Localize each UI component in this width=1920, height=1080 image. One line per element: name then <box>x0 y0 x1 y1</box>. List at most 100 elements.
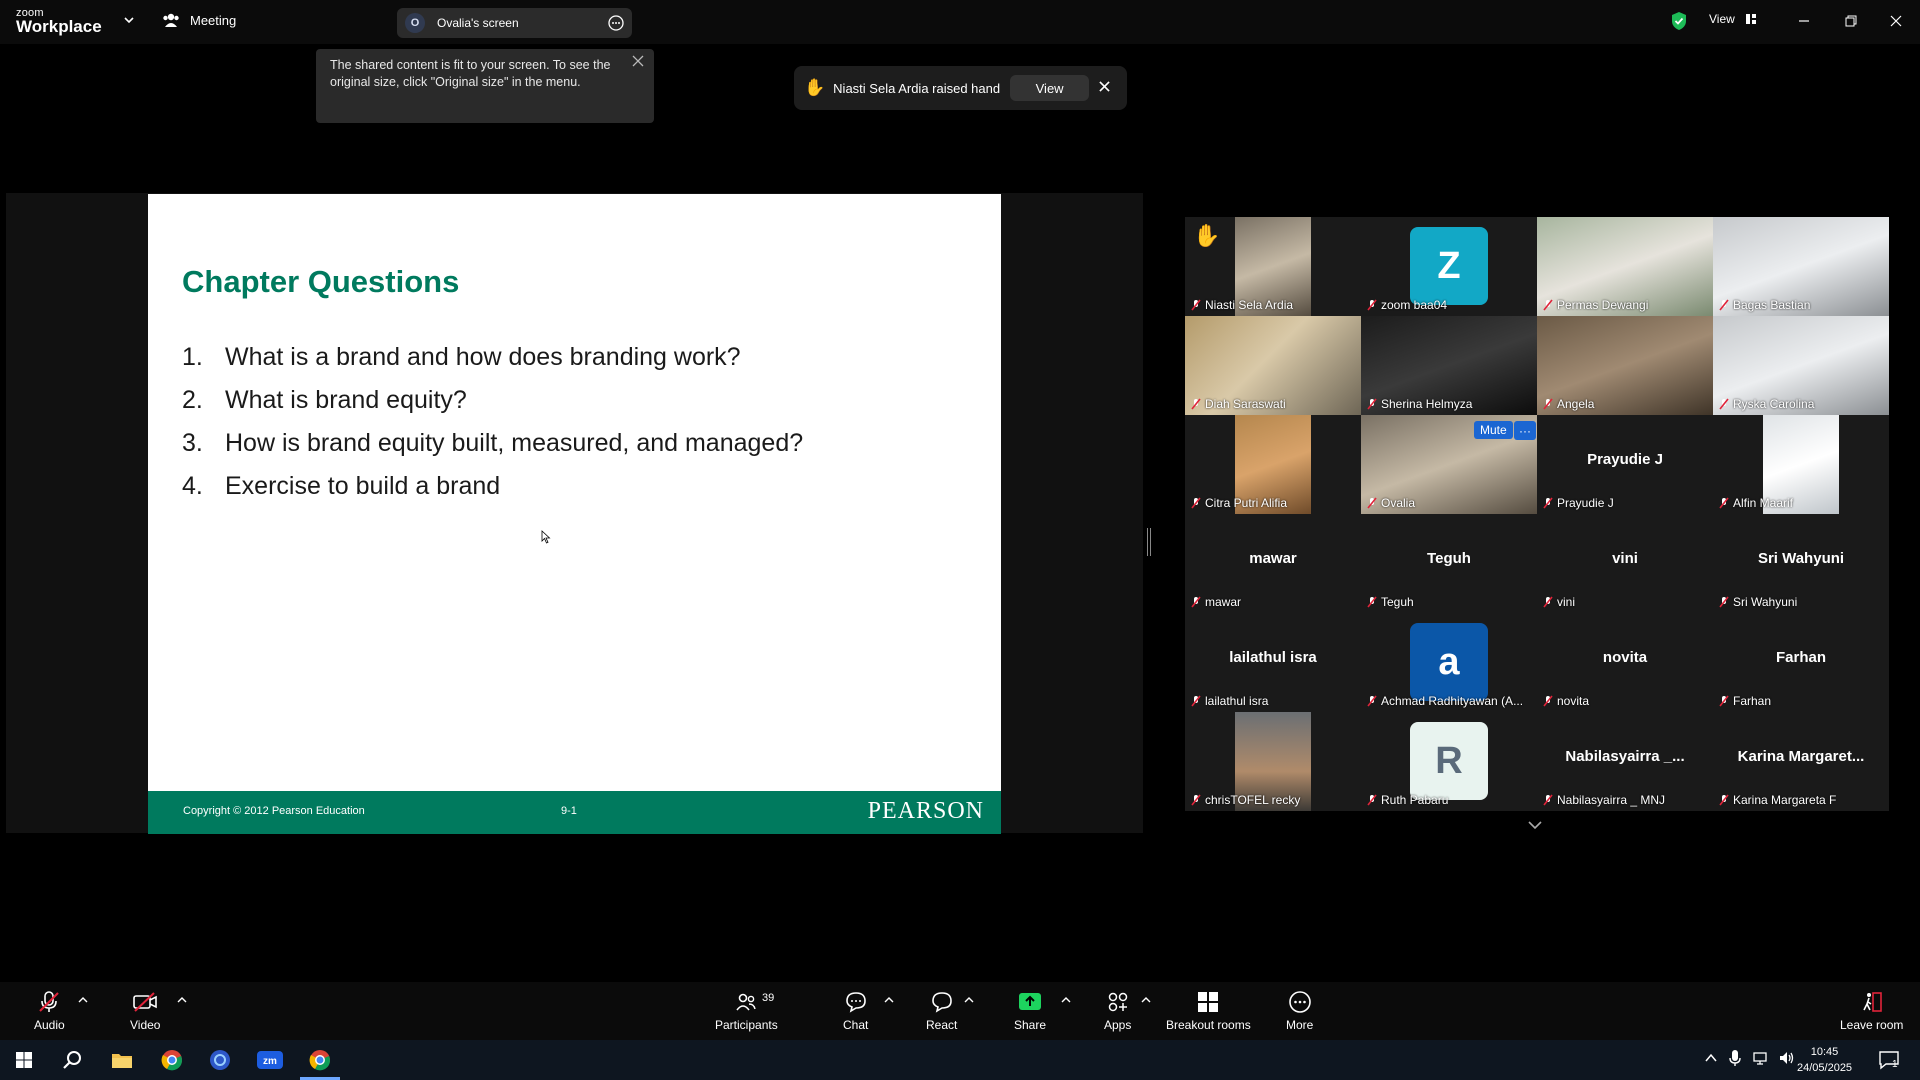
more-button[interactable]: More <box>1286 990 1313 1032</box>
mic-muted-icon <box>1543 299 1553 311</box>
participant-tile[interactable]: a Achmad Radhityawan (A... <box>1361 613 1537 712</box>
participant-tile[interactable]: Nabilasyairra _... Nabilasyairra _ MNJ <box>1537 712 1713 811</box>
mouse-cursor-icon <box>541 530 551 544</box>
video-button[interactable]: Video <box>130 990 160 1032</box>
breakout-rooms-button[interactable]: Breakout rooms <box>1166 990 1251 1032</box>
shared-screen-pill[interactable]: O Ovalia's screen <box>397 8 632 38</box>
participant-name-tag: Citra Putri Alifia <box>1191 496 1287 510</box>
participant-tile[interactable]: Diah Saraswati <box>1185 316 1361 415</box>
brand-name: Workplace <box>16 17 102 36</box>
share-label: Share <box>1014 1018 1047 1032</box>
participant-tile[interactable]: Karina Margaret... Karina Margareta F <box>1713 712 1889 811</box>
leave-room-label: Leave room <box>1840 1018 1904 1032</box>
volume-icon[interactable] <box>1778 1050 1796 1066</box>
close-icon[interactable] <box>1099 81 1110 92</box>
participant-name: Alfin Maarif <box>1733 496 1794 510</box>
chevron-up-icon[interactable] <box>1141 996 1151 1004</box>
resize-handle[interactable] <box>1147 528 1151 556</box>
participant-tile[interactable]: R Ruth Pabaru <box>1361 712 1537 811</box>
participant-tile[interactable]: ✋ Niasti Sela Ardia <box>1185 217 1361 316</box>
chevron-up-icon[interactable] <box>964 996 974 1004</box>
zoom-app-icon[interactable]: zm <box>246 1040 294 1080</box>
security-shield-icon[interactable] <box>1670 11 1688 31</box>
apps-button[interactable]: Apps <box>1104 990 1131 1032</box>
participant-more-button[interactable]: ··· <box>1514 421 1536 440</box>
participant-name: Diah Saraswati <box>1205 397 1286 411</box>
network-icon[interactable] <box>1752 1050 1768 1066</box>
participant-tile[interactable]: Zzoom baa04 <box>1361 217 1537 316</box>
mic-muted-icon <box>1191 497 1201 509</box>
taskbar-clock[interactable]: 10:45 24/05/2025 <box>1797 1044 1852 1076</box>
chrome-active-icon[interactable] <box>296 1040 344 1080</box>
chevron-up-icon[interactable] <box>1061 996 1071 1004</box>
microphone-icon[interactable] <box>1728 1049 1742 1067</box>
participant-tile[interactable]: Sri Wahyuni Sri Wahyuni <box>1713 514 1889 613</box>
participant-tile[interactable]: Bagas Bastian <box>1713 217 1889 316</box>
gallery-next-page-icon[interactable] <box>1527 820 1543 830</box>
chevron-up-icon[interactable] <box>884 996 894 1004</box>
minimize-icon[interactable] <box>1793 10 1815 32</box>
notification-center-icon[interactable]: 1 <box>1878 1049 1900 1076</box>
presentation-slide: Chapter Questions 1. What is a brand and … <box>148 194 1001 834</box>
chevron-up-icon[interactable] <box>78 996 88 1004</box>
participant-name: Ovalia <box>1381 496 1416 510</box>
file-explorer-icon[interactable] <box>98 1040 146 1080</box>
share-button[interactable]: Share <box>1014 990 1046 1032</box>
close-window-icon[interactable] <box>1885 10 1907 32</box>
mic-muted-icon <box>1543 497 1553 509</box>
participant-display-name: vini <box>1612 550 1638 567</box>
list-item: 4. Exercise to build a brand <box>182 465 803 508</box>
chevron-up-icon[interactable] <box>177 996 187 1004</box>
mic-muted-icon <box>1719 497 1729 509</box>
participant-tile[interactable]: vini vini <box>1537 514 1713 613</box>
chrome-icon[interactable] <box>148 1040 196 1080</box>
chevron-up-icon[interactable] <box>1704 1051 1718 1065</box>
participant-tile[interactable]: Permas Dewangi <box>1537 217 1713 316</box>
leave-room-button[interactable]: Leave room <box>1840 990 1903 1032</box>
close-icon[interactable] <box>632 55 644 67</box>
participant-tile[interactable]: Angela <box>1537 316 1713 415</box>
audio-button[interactable]: Audio <box>34 990 65 1032</box>
copyright-text: Copyright © 2012 Pearson Education <box>183 805 365 817</box>
participant-tile[interactable]: lailathul isra lailathul isra <box>1185 613 1361 712</box>
participant-name-tag: Sri Wahyuni <box>1719 595 1797 609</box>
slide-footer: Copyright © 2012 Pearson Education 9-1 P… <box>148 791 1001 834</box>
browser-icon[interactable] <box>196 1040 244 1080</box>
participant-tile[interactable]: Sherina Helmyza <box>1361 316 1537 415</box>
item-number: 3. <box>182 429 203 457</box>
participant-tile[interactable]: chrisTOFEL recky <box>1185 712 1361 811</box>
item-number: 1. <box>182 343 203 371</box>
participant-tile[interactable]: Citra Putri Alifia <box>1185 415 1361 514</box>
participant-tile[interactable]: Alfin Maarif <box>1713 415 1889 514</box>
mic-muted-icon <box>1543 695 1553 707</box>
participant-name: Citra Putri Alifia <box>1205 496 1288 510</box>
participant-tile[interactable]: Teguh Teguh <box>1361 514 1537 613</box>
participant-display-name: Farhan <box>1775 649 1826 666</box>
windows-start-icon[interactable] <box>0 1040 48 1080</box>
chevron-down-icon[interactable] <box>123 14 135 26</box>
mic-muted-icon <box>1367 695 1377 707</box>
item-text: How is brand equity built, measured, and… <box>225 429 804 457</box>
participant-tile[interactable]: novita novita <box>1537 613 1713 712</box>
participant-name-tag: novita <box>1543 694 1589 708</box>
participant-name: Farhan <box>1733 694 1772 708</box>
participant-tile[interactable]: Farhan Farhan <box>1713 613 1889 712</box>
chat-button[interactable]: Chat <box>843 990 868 1032</box>
participant-name-tag: Sherina Helmyza <box>1367 397 1472 411</box>
react-label: React <box>926 1018 958 1032</box>
participant-display-name: Karina Margaret... <box>1737 748 1865 765</box>
participant-display-name: mawar <box>1249 550 1297 567</box>
participant-tile[interactable]: Prayudie J Prayudie J <box>1537 415 1713 514</box>
participant-tile[interactable]: Ryska Carolina <box>1713 316 1889 415</box>
meeting-button[interactable]: Meeting <box>162 12 236 28</box>
heart-react-icon <box>931 992 952 1013</box>
participant-tile[interactable]: mawar mawar <box>1185 514 1361 613</box>
more-options-icon[interactable] <box>608 15 624 31</box>
react-button[interactable]: React <box>926 990 957 1032</box>
mute-participant-button[interactable]: Mute <box>1474 421 1513 439</box>
participant-letter-avatar: Z <box>1410 227 1488 305</box>
search-icon[interactable] <box>48 1040 96 1080</box>
view-button[interactable]: View <box>1709 12 1757 26</box>
view-raised-hand-button[interactable]: View <box>1010 75 1090 101</box>
restore-icon[interactable] <box>1840 10 1862 32</box>
